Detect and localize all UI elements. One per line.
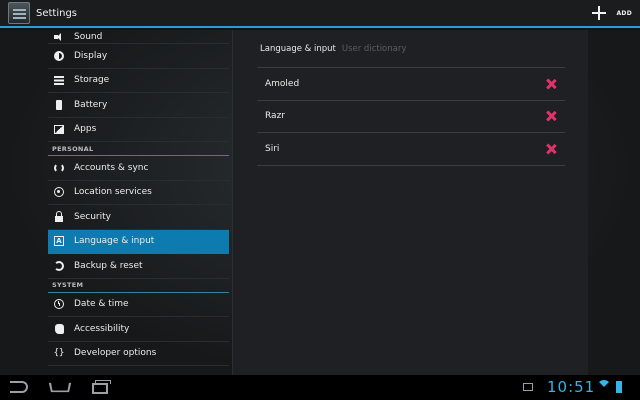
back-icon[interactable] <box>10 381 28 393</box>
sidebar-item-language-input[interactable]: A Language & input <box>48 229 229 254</box>
sidebar-item-date-time[interactable]: Date & time <box>48 293 229 317</box>
section-label: PERSONAL <box>52 144 94 153</box>
recent-apps-icon[interactable] <box>92 380 111 394</box>
backup-icon <box>54 260 64 271</box>
word-row-siri[interactable]: Siri <box>257 133 565 166</box>
section-header-personal: PERSONAL <box>48 142 229 156</box>
battery-status-icon <box>616 381 622 393</box>
braces-icon: {} <box>53 348 65 359</box>
word-row-razr[interactable]: Razr <box>257 101 565 133</box>
sidebar-item-location-services[interactable]: Location services <box>48 181 229 205</box>
display-icon <box>54 50 64 61</box>
sidebar-item-label: Date & time <box>74 299 129 310</box>
section-label: SYSTEM <box>52 281 84 289</box>
hand-icon <box>54 323 64 334</box>
location-icon <box>54 187 64 198</box>
word-text: Siri <box>265 143 280 154</box>
sidebar-item-apps[interactable]: Apps <box>48 118 229 142</box>
sidebar-item-label: Sound <box>74 31 103 42</box>
sidebar-item-label: Storage <box>74 75 110 86</box>
sync-icon <box>54 162 64 173</box>
word-text: Razr <box>265 111 285 122</box>
sidebar-item-label: Display <box>74 50 108 61</box>
sidebar-item-label: Language & input <box>74 236 155 247</box>
user-dictionary-panel: Language & input User dictionary Amoled … <box>232 30 588 375</box>
battery-icon <box>54 99 64 110</box>
status-clock[interactable]: 10:51 <box>547 378 595 396</box>
sidebar-item-label: Backup & reset <box>74 260 143 271</box>
wifi-icon <box>597 380 611 394</box>
sidebar-item-label: Apps <box>74 124 97 135</box>
breadcrumb-user-dictionary: User dictionary <box>341 44 407 54</box>
sidebar-item-label: Security <box>74 211 111 222</box>
apps-icon <box>54 124 64 134</box>
home-icon[interactable] <box>48 382 72 393</box>
word-row-amoled[interactable]: Amoled <box>257 68 565 101</box>
sidebar-item-label: Battery <box>74 99 108 110</box>
sidebar-item-label: Location services <box>74 187 152 198</box>
sidebar-item-label: Accessibility <box>74 323 130 334</box>
lock-icon <box>54 210 64 222</box>
notification-icon[interactable] <box>523 383 533 391</box>
sidebar-item-sound[interactable]: Sound <box>48 30 229 44</box>
word-text: Amoled <box>265 78 300 89</box>
settings-list[interactable]: Sound Display Storage Battery Apps PERSO… <box>48 30 229 375</box>
delete-icon[interactable] <box>545 110 557 122</box>
breadcrumb-language-input[interactable]: Language & input <box>260 44 336 54</box>
settings-app-icon[interactable] <box>8 2 30 24</box>
section-header-system: SYSTEM <box>48 279 229 293</box>
sidebar-item-accounts-sync[interactable]: Accounts & sync <box>48 156 229 181</box>
sidebar-item-accessibility[interactable]: Accessibility <box>48 317 229 342</box>
system-bar: 10:51 <box>0 375 640 400</box>
sidebar-item-backup-reset[interactable]: Backup & reset <box>48 254 229 279</box>
plus-icon <box>592 6 607 20</box>
sidebar-item-label: Accounts & sync <box>74 162 149 173</box>
sidebar-item-storage[interactable]: Storage <box>48 69 229 93</box>
sidebar-item-label: Developer options <box>74 348 157 359</box>
sound-icon <box>54 32 64 42</box>
add-button[interactable]: ADD <box>592 6 632 20</box>
action-bar: Settings ADD <box>0 0 640 28</box>
breadcrumb: Language & input User dictionary <box>260 44 406 54</box>
sidebar-item-display[interactable]: Display <box>48 44 229 69</box>
add-label: ADD <box>616 9 632 17</box>
app-title: Settings <box>36 7 78 19</box>
sidebar-item-security[interactable]: Security <box>48 205 229 230</box>
sidebar-item-battery[interactable]: Battery <box>48 93 229 118</box>
delete-icon[interactable] <box>545 78 557 90</box>
delete-icon[interactable] <box>545 143 557 155</box>
clock-icon <box>54 299 64 310</box>
language-icon: A <box>54 236 64 247</box>
sidebar-item-developer-options[interactable]: {} Developer options <box>48 342 229 366</box>
word-list: Amoled Razr Siri <box>257 67 565 166</box>
storage-icon <box>54 75 64 85</box>
